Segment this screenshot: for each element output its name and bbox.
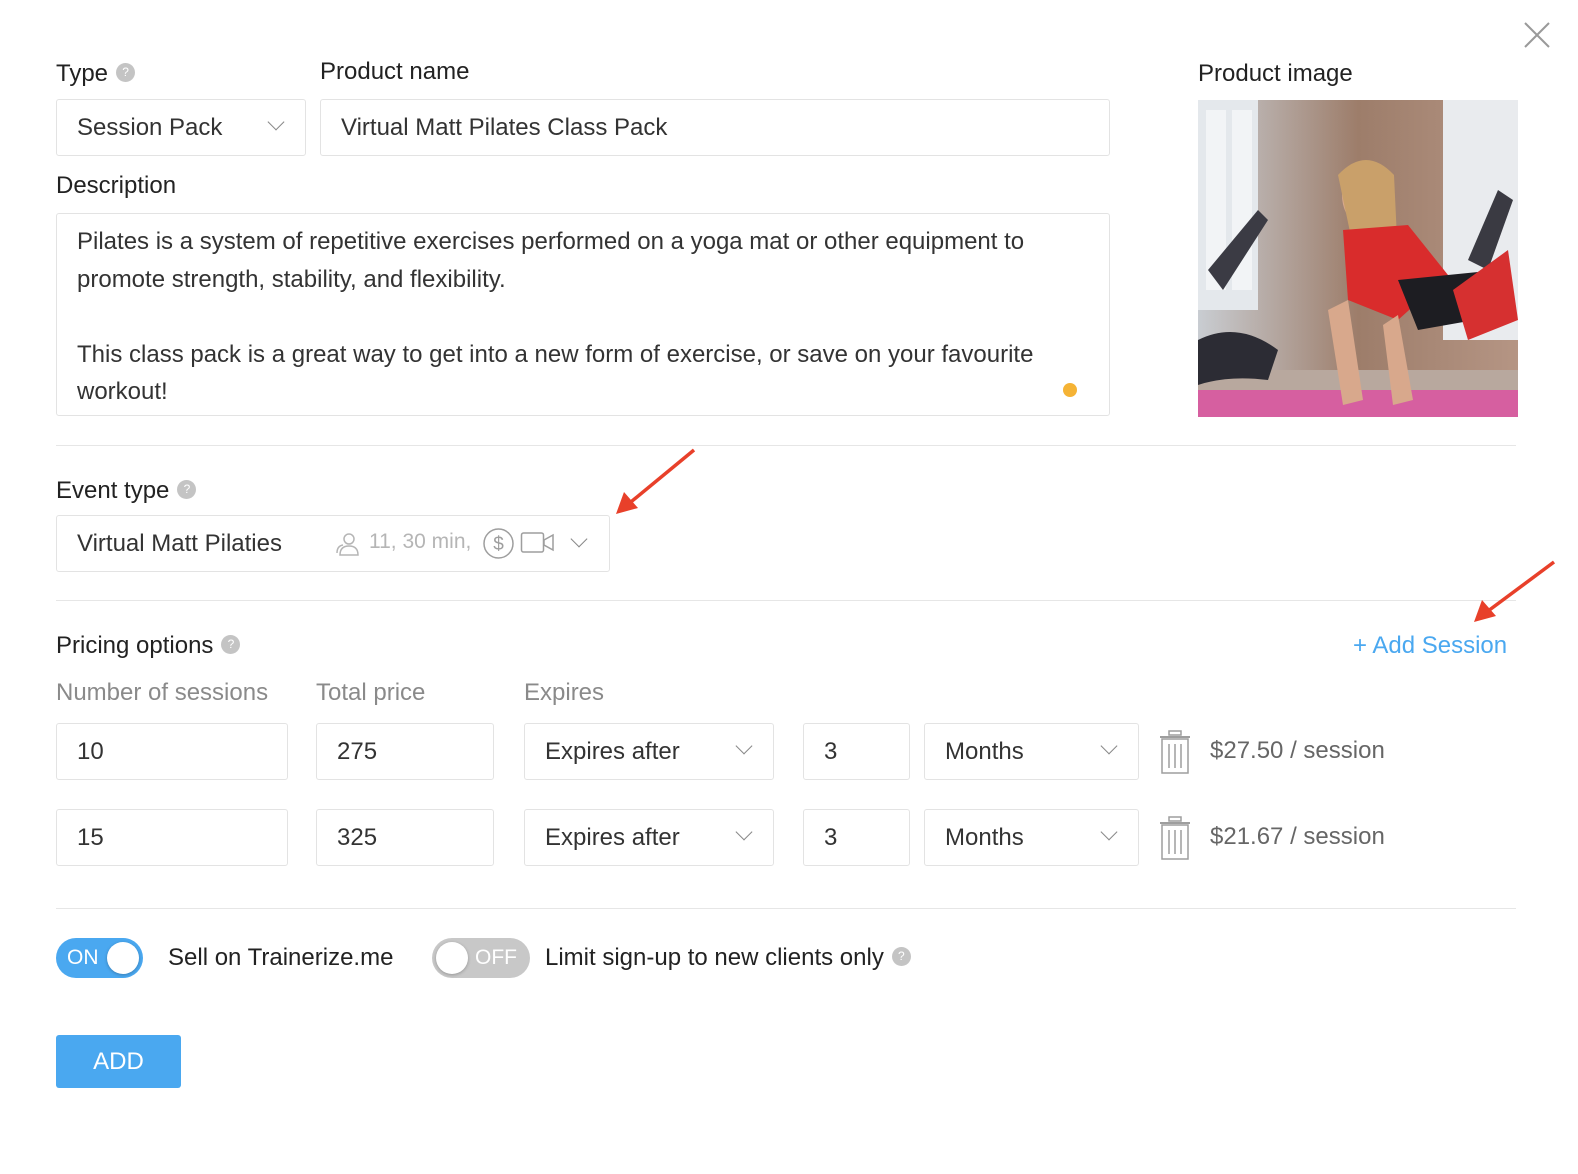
- per-session-price: $21.67 / session: [1210, 823, 1385, 850]
- chevron-down-icon: [570, 530, 588, 548]
- description-paragraph-2: This class pack is a great way to get in…: [77, 340, 1034, 406]
- pilates-photo-image: [1198, 100, 1518, 417]
- section-divider: [56, 600, 1516, 601]
- product-name-input[interactable]: Virtual Matt Pilates Class Pack: [320, 99, 1110, 156]
- product-name-value: Virtual Matt Pilates Class Pack: [341, 113, 668, 141]
- expires-count-value: 3: [824, 737, 838, 765]
- sell-toggle[interactable]: ON: [56, 938, 143, 978]
- expires-unit-select[interactable]: Months: [924, 809, 1139, 866]
- expires-mode-value: Expires after: [545, 737, 680, 765]
- event-type-select[interactable]: Virtual Matt Pilaties 11, 30 min, $: [56, 515, 610, 572]
- price-value: 325: [337, 823, 378, 851]
- col-sessions-header: Number of sessions: [56, 679, 269, 706]
- description-label: Description: [56, 172, 177, 199]
- description-textarea[interactable]: Pilates is a system of repetitive exerci…: [56, 213, 1110, 416]
- limit-toggle-label: Limit sign-up to new clients only?: [545, 944, 911, 972]
- chevron-down-icon: [1100, 823, 1118, 841]
- expires-mode-select[interactable]: Expires after: [524, 723, 774, 780]
- price-input[interactable]: 275: [316, 723, 494, 780]
- event-type-value: Virtual Matt Pilaties: [77, 529, 282, 557]
- section-divider: [56, 908, 1516, 909]
- expires-unit-value: Months: [945, 823, 1024, 851]
- people-icon: [336, 533, 359, 556]
- price-input[interactable]: 325: [316, 809, 494, 866]
- expires-count-input[interactable]: 3: [803, 723, 910, 780]
- trash-icon[interactable]: [1158, 729, 1192, 775]
- sessions-input[interactable]: 15: [56, 809, 288, 866]
- col-price-header: Total price: [316, 679, 426, 706]
- chevron-down-icon: [735, 737, 753, 755]
- type-select[interactable]: Session Pack: [56, 99, 306, 156]
- pricing-help-icon[interactable]: ?: [221, 635, 241, 655]
- svg-text:$: $: [493, 534, 504, 555]
- event-type-meta: 11, 30 min,: [369, 530, 472, 553]
- status-dot-icon: [1063, 383, 1077, 397]
- per-session-price: $27.50 / session: [1210, 737, 1385, 764]
- sell-toggle-label: Sell on Trainerize.me: [168, 944, 394, 971]
- chevron-down-icon: [267, 113, 285, 131]
- type-select-value: Session Pack: [77, 113, 223, 141]
- dollar-icon: $: [483, 528, 514, 559]
- annotation-arrow-icon: [1474, 560, 1556, 622]
- trash-icon[interactable]: [1158, 815, 1192, 861]
- toggle-knob: [436, 942, 468, 974]
- toggle-knob: [107, 942, 139, 974]
- expires-unit-value: Months: [945, 737, 1024, 765]
- chevron-down-icon: [735, 823, 753, 841]
- description-paragraph-1: Pilates is a system of repetitive exerci…: [77, 228, 1025, 293]
- expires-mode-value: Expires after: [545, 823, 680, 851]
- product-image-label: Product image: [1198, 60, 1353, 87]
- product-name-label: Product name: [320, 58, 470, 85]
- sessions-value: 15: [77, 823, 104, 851]
- sell-toggle-state: ON: [67, 946, 99, 969]
- add-button[interactable]: ADD: [56, 1035, 181, 1088]
- pricing-options-label: Pricing options?: [56, 632, 241, 660]
- chevron-down-icon: [1100, 737, 1118, 755]
- expires-count-input[interactable]: 3: [803, 809, 910, 866]
- annotation-arrow-icon: [616, 448, 696, 514]
- price-value: 275: [337, 737, 378, 765]
- product-image[interactable]: [1198, 100, 1518, 417]
- sessions-value: 10: [77, 737, 104, 765]
- expires-unit-select[interactable]: Months: [924, 723, 1139, 780]
- col-expires-header: Expires: [524, 679, 605, 706]
- type-help-icon[interactable]: ?: [116, 63, 136, 83]
- section-divider: [56, 445, 1516, 446]
- expires-mode-select[interactable]: Expires after: [524, 809, 774, 866]
- sessions-input[interactable]: 10: [56, 723, 288, 780]
- event-type-help-icon[interactable]: ?: [177, 480, 197, 500]
- close-icon[interactable]: [1522, 20, 1552, 50]
- add-session-link[interactable]: + Add Session: [1353, 632, 1507, 660]
- limit-toggle-state: OFF: [475, 946, 517, 969]
- limit-help-icon[interactable]: ?: [891, 947, 911, 967]
- limit-toggle[interactable]: OFF: [432, 938, 530, 978]
- event-type-label: Event type?: [56, 477, 197, 505]
- type-label: Type?: [56, 60, 136, 88]
- video-camera-icon: [520, 532, 554, 553]
- expires-count-value: 3: [824, 823, 838, 851]
